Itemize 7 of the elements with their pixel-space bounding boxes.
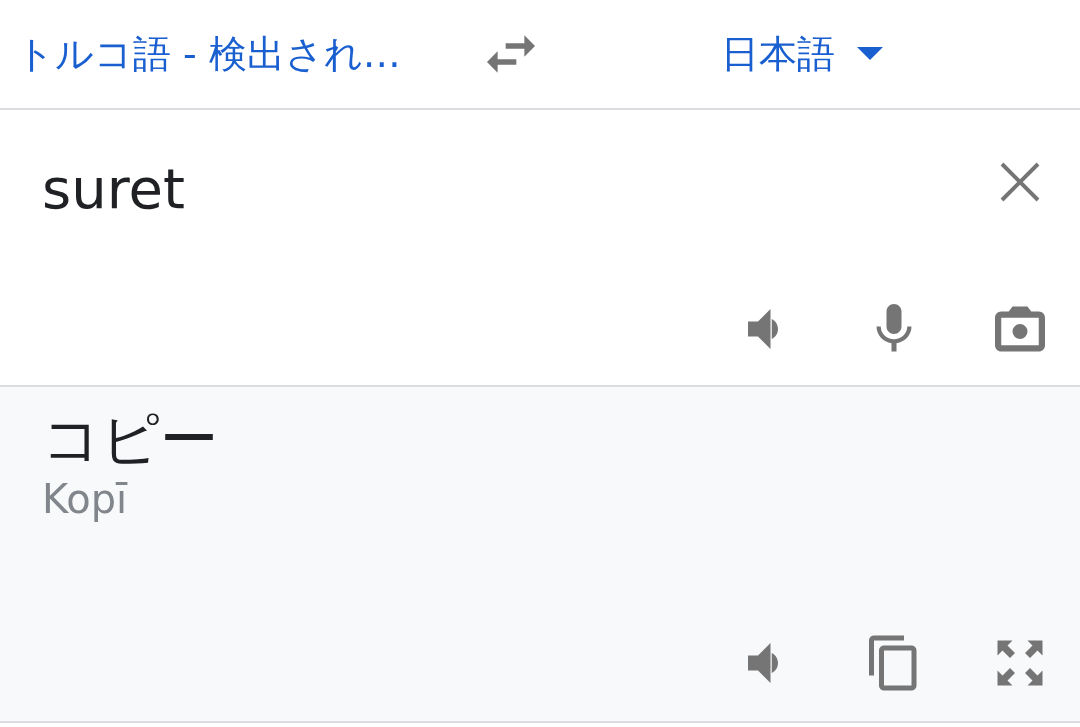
input-field[interactable]: suret	[42, 152, 642, 224]
target-language[interactable]: 日本語	[720, 28, 883, 80]
caret-icon	[856, 47, 883, 61]
romanization-text: Kopī	[42, 474, 128, 523]
translation-text: コピー	[42, 405, 218, 475]
close-icon	[998, 160, 1042, 204]
source-language[interactable]: トルコ語 - 検出され…	[16, 28, 401, 80]
